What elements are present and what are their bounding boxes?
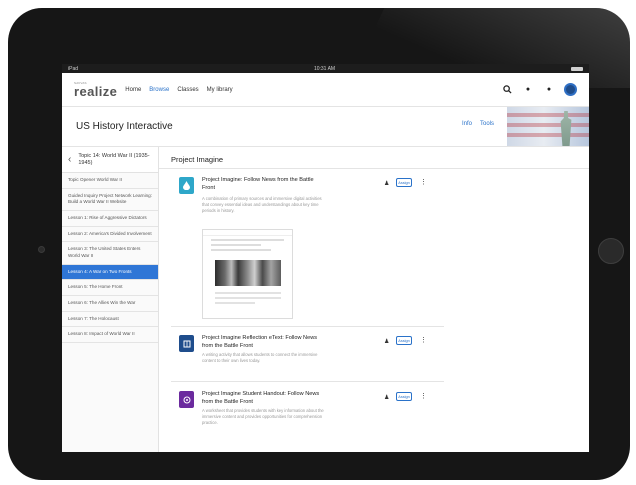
sidebar-topic-title: Topic 14: World War II (1935-1945) [78,152,150,166]
drop-icon [179,177,194,194]
sidebar: ‹ Topic 14: World War II (1935-1945) Top… [62,147,159,452]
card-description: A writing activity that allows students … [202,352,318,364]
status-carrier: iPad [68,65,79,72]
tools-link[interactable]: Tools [480,121,494,127]
section-title: Project Imagine [171,155,224,164]
header-actions: Info Tools [462,121,494,127]
sidebar-item[interactable]: Lesson 7: The Holocaust [62,312,158,328]
sidebar-item[interactable]: Lesson 1: Rise of Aggressive Dictators [62,211,158,227]
sidebar-item[interactable]: Guided Inquiry Project Network Learning:… [62,189,158,211]
page-header: US History Interactive Info Tools [62,107,589,147]
top-navigation: SAVVAS realize Home Browse Classes My li… [62,73,589,107]
settings-icon[interactable]: ● [543,84,555,96]
assign-button[interactable]: Assign [396,392,412,401]
nav-browse[interactable]: Browse [149,87,169,93]
sidebar-item[interactable]: Lesson 8: Impact of World War II [62,327,158,343]
camera-icon [38,246,45,253]
more-options-icon[interactable]: ⋮ [420,392,427,400]
main-content: Project Imagine Project Imagine: Follow … [159,147,589,452]
page-title: US History Interactive [76,121,173,132]
sidebar-topic-header[interactable]: ‹ Topic 14: World War II (1935-1945) [62,147,158,173]
sidebar-item[interactable]: Lesson 3: The United States Enters World… [62,242,158,265]
card-description: A combination of primary sources and imm… [202,196,322,214]
book-icon [179,335,194,352]
card-title[interactable]: Project Imagine Reflection eText: Follow… [202,335,320,351]
sidebar-item[interactable]: Topic Opener World War II [62,173,158,189]
sidebar-item[interactable]: Lesson 2: America's Divided Involvement [62,227,158,243]
more-options-icon[interactable]: ⋮ [420,336,427,344]
brand-name: realize [74,83,118,99]
battery-icon [571,66,583,71]
info-link[interactable]: Info [462,121,472,127]
card-thumbnail[interactable] [202,229,293,319]
battle-photos-image [215,260,281,286]
person-icon: ♟ [384,339,390,345]
card-title[interactable]: Project Imagine Student Handout: Follow … [202,391,320,407]
card-title[interactable]: Project Imagine: Follow News from the Ba… [202,177,320,193]
tablet-frame: iPad 10:31 AM SAVVAS realize Home Browse… [8,8,630,480]
search-icon[interactable] [501,84,513,96]
nav-my-library[interactable]: My library [207,87,233,93]
person-icon: ♟ [384,395,390,401]
status-time: 10:31 AM [313,65,336,72]
assign-button[interactable]: Assign [396,336,412,345]
nav-classes[interactable]: Classes [177,87,198,93]
resource-card[interactable]: Project Imagine: Follow News from the Ba… [171,169,444,327]
tablet-screen: iPad 10:31 AM SAVVAS realize Home Browse… [62,64,589,452]
person-icon: ♟ [384,181,390,187]
resource-card[interactable]: Project Imagine Reflection eText: Follow… [171,327,444,382]
home-button[interactable] [598,238,624,264]
card-description: A worksheet that provides students with … [202,408,324,426]
chevron-left-icon[interactable]: ‹ [68,154,71,165]
notifications-icon[interactable]: ● [522,84,534,96]
status-bar: iPad 10:31 AM [62,64,589,73]
nav-home[interactable]: Home [125,87,141,93]
avatar[interactable] [564,83,577,96]
brand-logo[interactable]: SAVVAS realize [74,81,118,99]
assign-button[interactable]: Assign [396,178,412,187]
sidebar-item-active[interactable]: Lesson 4: A War on Two Fronts [62,264,158,281]
handout-icon [179,391,194,408]
resource-card[interactable]: Project Imagine Student Handout: Follow … [171,383,444,452]
more-options-icon[interactable]: ⋮ [420,178,427,186]
sidebar-item[interactable]: Lesson 6: The Allies Win the War [62,296,158,312]
header-banner-image [507,107,589,146]
sidebar-item[interactable]: Lesson 5: The Home Front [62,280,158,296]
